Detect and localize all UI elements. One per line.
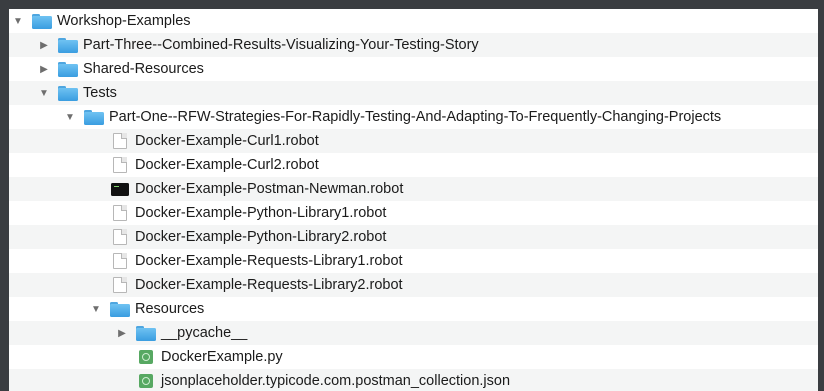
document-icon — [110, 157, 130, 173]
triangle-right-icon[interactable]: ▶ — [38, 57, 50, 81]
tree-item-label: Resources — [135, 301, 205, 317]
document-icon — [110, 229, 130, 245]
python-file-icon — [136, 373, 156, 389]
document-icon — [110, 253, 130, 269]
triangle-right-icon[interactable]: ▶ — [116, 321, 128, 345]
tree-item-label: DockerExample.py — [161, 349, 283, 365]
tree-item-label: Docker-Example-Curl2.robot — [135, 157, 319, 173]
triangle-down-icon[interactable]: ▼ — [64, 105, 76, 129]
tree-row-workshop-examples[interactable]: ▼ Workshop-Examples — [9, 9, 818, 33]
tree-item-label: Docker-Example-Requests-Library2.robot — [135, 277, 403, 293]
tree-item-label: Docker-Example-Postman-Newman.robot — [135, 181, 404, 197]
tree-row-resources[interactable]: ▼ Resources — [9, 297, 818, 321]
tree-row-jsonplaceholder-typicode-com-postman-collection-json[interactable]: jsonplaceholder.typicode.com.postman_col… — [9, 369, 818, 391]
folder-icon — [84, 109, 104, 125]
folder-icon — [58, 61, 78, 77]
tree-item-label: Docker-Example-Requests-Library1.robot — [135, 253, 403, 269]
tree-item-label: Docker-Example-Python-Library1.robot — [135, 205, 387, 221]
triangle-down-icon[interactable]: ▼ — [12, 9, 24, 33]
folder-icon — [110, 301, 130, 317]
tree-row-docker-example-python-library2-robot[interactable]: Docker-Example-Python-Library2.robot — [9, 225, 818, 249]
folder-icon — [58, 37, 78, 53]
tree-row-docker-example-postman-newman-robot[interactable]: Docker-Example-Postman-Newman.robot — [9, 177, 818, 201]
tree-row-docker-example-curl2-robot[interactable]: Docker-Example-Curl2.robot — [9, 153, 818, 177]
file-tree: ▼ Workshop-Examples ▶ Part-Three--Combined-… — [9, 9, 818, 391]
tree-row-docker-example-requests-library2-robot[interactable]: Docker-Example-Requests-Library2.robot — [9, 273, 818, 297]
tree-item-label: Docker-Example-Curl1.robot — [135, 133, 319, 149]
tree-item-label: Part-One--RFW-Strategies-For-Rapidly-Tes… — [109, 109, 722, 125]
tree-item-label: Workshop-Examples — [57, 13, 191, 29]
tree-row-docker-example-curl1-robot[interactable]: Docker-Example-Curl1.robot — [9, 129, 818, 153]
triangle-down-icon[interactable]: ▼ — [90, 297, 102, 321]
tree-item-label: Docker-Example-Python-Library2.robot — [135, 229, 387, 245]
tree-item-label: Part-Three--Combined-Results-Visualizing… — [83, 37, 479, 53]
triangle-right-icon[interactable]: ▶ — [38, 33, 50, 57]
tree-row-part-one-rfw-strategies-for-rapidly-testing-and-adapting-to-frequently-changing-projects[interactable]: ▼ Part-One--RFW-Strategies-For-Rapidly-Te… — [9, 105, 818, 129]
terminal-icon — [110, 181, 130, 197]
tree-row-shared-resources[interactable]: ▶ Shared-Resources — [9, 57, 818, 81]
document-icon — [110, 277, 130, 293]
tree-item-label: __pycache__ — [161, 325, 248, 341]
tree-item-label: Tests — [83, 85, 117, 101]
folder-icon — [136, 325, 156, 341]
triangle-down-icon[interactable]: ▼ — [38, 81, 50, 105]
tree-item-label: jsonplaceholder.typicode.com.postman_col… — [161, 373, 511, 389]
tree-item-label: Shared-Resources — [83, 61, 204, 77]
python-file-icon — [136, 349, 156, 365]
tree-row-pycache[interactable]: ▶ __pycache__ — [9, 321, 818, 345]
document-icon — [110, 133, 130, 149]
document-icon — [110, 205, 130, 221]
folder-icon — [58, 85, 78, 101]
tree-row-docker-example-requests-library1-robot[interactable]: Docker-Example-Requests-Library1.robot — [9, 249, 818, 273]
tree-row-dockerexample-py[interactable]: DockerExample.py — [9, 345, 818, 369]
folder-icon — [32, 13, 52, 29]
tree-row-tests[interactable]: ▼ Tests — [9, 81, 818, 105]
tree-row-docker-example-python-library1-robot[interactable]: Docker-Example-Python-Library1.robot — [9, 201, 818, 225]
tree-row-part-three-combined-results-visualizing-your-testing-story[interactable]: ▶ Part-Three--Combined-Results-Visualizin… — [9, 33, 818, 57]
